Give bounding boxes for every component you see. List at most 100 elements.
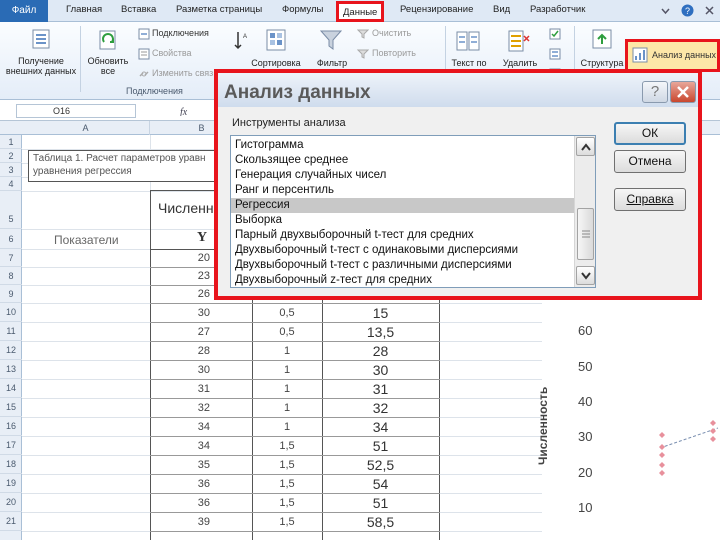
column-header-a[interactable]: A [22,121,150,135]
text-to-columns-icon [456,31,480,51]
fx-icon[interactable]: fx [180,105,191,116]
properties-button[interactable]: Свойства [152,48,192,58]
chart-y-axis-label: Численность [536,386,550,465]
edit-links-icon [139,71,149,77]
row-header[interactable]: 4 [0,177,22,191]
row-header[interactable]: 11 [0,322,22,341]
row-headers: 1 2 3 4 5 6 7 8 9 10 11 12 13 14 15 16 1… [0,135,22,540]
x-value: 1 [283,345,291,357]
list-item[interactable]: Двухвыборочный t-тест с одинаковыми дисп… [231,243,574,258]
row-header[interactable]: 20 [0,493,22,512]
svg-text:A: A [243,34,247,40]
row-header[interactable]: 5 [0,191,22,229]
row-header[interactable]: 8 [0,267,22,285]
row-header[interactable]: 21 [0,512,22,531]
list-item[interactable]: Двухвыборочный t-тест с различными диспе… [231,258,574,273]
list-item[interactable]: Генерация случайных чисел [231,168,574,183]
listbox-scrollbar[interactable] [574,136,595,287]
dialog-titlebar[interactable]: Анализ данных ? [218,73,698,107]
tab-review[interactable]: Рецензирование [400,4,473,15]
x-value: 1 [283,364,291,376]
question-mark-icon: ? [650,83,660,100]
table-caption-line-1: Таблица 1. Расчет параметров уравн [33,153,206,164]
row-header[interactable]: 15 [0,398,22,417]
close-icon [677,86,689,98]
tab-home[interactable]: Главная [66,4,102,15]
connections-icon [138,28,150,40]
row-header[interactable]: 2 [0,149,22,163]
chart-point [659,462,665,468]
list-item[interactable]: Выборка [231,213,574,228]
workbook-close-icon[interactable] [703,4,716,17]
y-value: 36 [197,478,210,490]
row-header[interactable]: 12 [0,341,22,360]
grip-icon [582,230,590,238]
list-item[interactable]: Ранг и персентиль [231,183,574,198]
edit-links-button[interactable]: Изменить связ [152,68,213,78]
row-header[interactable]: 17 [0,436,22,455]
connections-button[interactable]: Подключения [152,28,209,38]
row-header[interactable]: 3 [0,163,22,177]
chevron-up-icon [581,143,591,151]
chart-trendline [659,427,719,449]
help-button[interactable]: Справка [614,188,686,211]
refresh-all-button[interactable]: Обновить все [84,56,132,76]
dialog-close-button[interactable] [670,81,696,103]
name-box[interactable]: O16 [16,104,136,118]
row-header[interactable]: 16 [0,417,22,436]
chart-y-tick: 40 [578,394,593,409]
scroll-up-button[interactable] [576,137,595,156]
help-icon[interactable]: ? [681,4,694,17]
outline-button[interactable]: Структура [578,58,626,68]
scroll-down-button[interactable] [576,266,595,285]
product-value: 34 [372,419,389,435]
tab-data[interactable]: Данные [336,1,385,22]
row-header[interactable]: 1 [0,135,22,149]
tab-page-layout[interactable]: Разметка страницы [176,4,262,15]
product-value: 15 [372,305,389,321]
tab-formulas[interactable]: Формулы [282,4,323,15]
tab-view[interactable]: Вид [493,4,510,15]
product-value: 28 [372,343,389,359]
row-header[interactable]: 19 [0,474,22,493]
tab-insert[interactable]: Вставка [121,4,156,15]
scroll-thumb[interactable] [577,208,594,260]
data-validation-icon[interactable] [549,28,561,40]
chart-point [659,452,665,458]
dialog-help-button[interactable]: ? [642,81,668,103]
y-value: 34 [197,421,210,433]
cancel-button[interactable]: Отмена [614,150,686,173]
row-header[interactable]: 7 [0,249,22,267]
sort-az-icon[interactable]: A [234,30,248,50]
row-header[interactable]: 6 [0,229,22,249]
row-header[interactable]: 9 [0,285,22,303]
consolidate-icon[interactable] [549,48,561,60]
minimize-ribbon-icon[interactable] [659,4,672,17]
get-external-data-button[interactable]: Получение внешних данных [4,56,78,76]
list-item[interactable]: Двухвыборочный z-тест для средних [231,273,574,287]
filter-funnel-icon [319,30,343,50]
tab-file[interactable]: Файл [0,0,48,22]
row-header[interactable]: 10 [0,303,22,322]
data-analysis-button[interactable]: Анализ данных [625,39,720,72]
list-item[interactable]: Скользящее среднее [231,153,574,168]
list-item[interactable]: Парный двухвыборочный t-тест для средних [231,228,574,243]
chart-y-tick: 10 [578,500,593,515]
analysis-tools-listbox[interactable]: Гистограмма Скользящее среднее Генерация… [230,135,596,288]
data-analysis-dialog: Анализ данных ? Инструменты анализа Гист… [214,69,702,300]
ok-button[interactable]: ОК [614,122,686,145]
chart-point [659,444,665,450]
row-header[interactable]: 14 [0,379,22,398]
get-external-data-icon [32,29,50,49]
row-header[interactable]: 13 [0,360,22,379]
dialog-body: Инструменты анализа Гистограмма Скользящ… [218,107,698,296]
row-header[interactable]: 18 [0,455,22,474]
list-item-selected[interactable]: Регрессия [231,198,574,213]
list-item[interactable]: Гистограмма [231,138,574,153]
tab-developer[interactable]: Разработчик [530,4,585,15]
reapply-button[interactable]: Повторить [372,48,416,58]
y-value: 30 [197,364,210,376]
x-value: 1,5 [279,459,295,471]
clear-button[interactable]: Очистить [372,28,411,38]
product-value: 31 [372,381,389,397]
